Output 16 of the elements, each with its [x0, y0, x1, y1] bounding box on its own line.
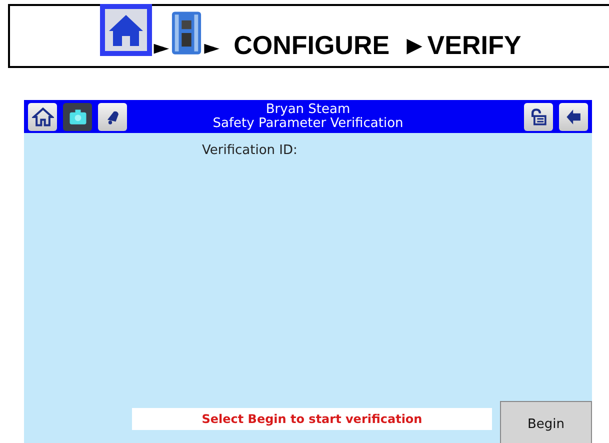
camera-icon[interactable]: [63, 102, 92, 130]
unlocked-icon[interactable]: [524, 102, 553, 130]
verification-id-label: Verification ID:: [202, 143, 298, 158]
arrow-separator: ►: [154, 37, 170, 57]
home-icon: [100, 4, 152, 56]
breadcrumb-step: ►VERIFY: [402, 33, 522, 57]
home-icon[interactable]: [28, 102, 57, 130]
begin-button[interactable]: Begin: [500, 401, 592, 443]
back-icon[interactable]: [559, 102, 588, 130]
status-message: Select Begin to start verification: [132, 408, 492, 430]
bell-icon[interactable]: [98, 102, 127, 130]
circuit-board-icon: [171, 10, 202, 56]
header-title: Bryan Steam: [266, 102, 350, 116]
header-subtitle: Safety Parameter Verification: [212, 116, 404, 130]
breadcrumb-step: CONFIGURE: [234, 33, 390, 57]
arrow-separator: ►: [204, 37, 220, 57]
